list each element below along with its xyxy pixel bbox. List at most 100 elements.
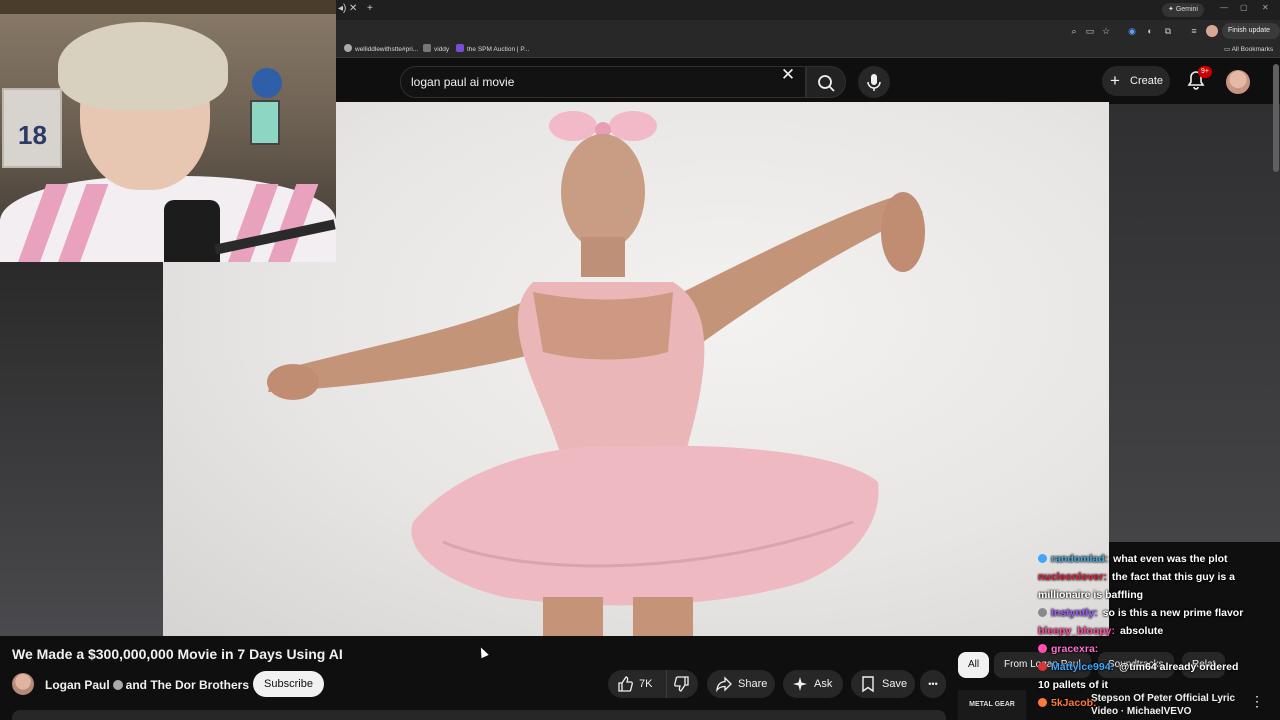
chat-text: the fact that this guy is a xyxy=(1111,571,1235,583)
new-tab-icon[interactable]: + xyxy=(367,3,373,14)
more-icon: ••• xyxy=(928,679,938,689)
verified-icon xyxy=(112,680,123,690)
star-icon[interactable]: ☆ xyxy=(1100,25,1112,37)
description-panel[interactable] xyxy=(12,710,946,720)
extension-icon[interactable]: ◐ xyxy=(1144,25,1156,37)
chat-badge-icon xyxy=(1038,554,1047,563)
bookmarks-bar: welliddlewithstte#pri... viddy the SPM A… xyxy=(336,42,1280,58)
create-button[interactable]: + Create xyxy=(1102,66,1170,96)
chat-text: so is this a new prime flavor xyxy=(1102,607,1244,619)
chat-message: randomlad: what even was the plot xyxy=(1038,550,1280,568)
channel-avatar[interactable] xyxy=(12,673,34,695)
minimize-icon[interactable]: — xyxy=(1220,3,1228,12)
maximize-icon[interactable]: ▢ xyxy=(1240,3,1248,12)
chat-message: Mattylce994: @tim64 already ordered xyxy=(1038,658,1280,676)
profile-avatar[interactable] xyxy=(1206,25,1218,37)
browser-tab-strip: ◂) ✕ + ✦ Gemini — ▢ ✕ xyxy=(336,0,1280,20)
browser-toolbar: ⌕ ▭ ☆ ◉ ◐ ⧉ ≡ Finish update ⋮ xyxy=(336,20,1280,50)
chat-username[interactable]: Instyntly: xyxy=(1051,607,1098,619)
chat-message: millionaire is baffling xyxy=(1038,586,1280,604)
channel-name-text: Logan Paul xyxy=(45,678,110,692)
bookmark-label: viddy xyxy=(434,46,450,53)
notification-badge: 9+ xyxy=(1198,66,1212,78)
stream-chat: randomlad: what even was the plot nucleonl… xyxy=(1038,550,1280,712)
jersey-poster: 18 xyxy=(2,88,62,168)
zoom-icon[interactable]: ⌕ xyxy=(1068,25,1080,37)
search-input[interactable]: logan paul ai movie xyxy=(400,66,806,98)
all-bookmarks[interactable]: ▭ All Bookmarks xyxy=(1224,44,1273,56)
close-tab-icon[interactable]: ✕ xyxy=(349,3,357,14)
more-actions-button[interactable]: ••• xyxy=(920,670,946,698)
user-avatar[interactable] xyxy=(1226,70,1250,94)
chat-message: Instyntly: so is this a new prime flavor xyxy=(1038,604,1280,622)
chat-message: 10 pallets of it xyxy=(1038,676,1280,694)
close-icon[interactable]: ✕ xyxy=(776,65,800,85)
chat-text: absolute xyxy=(1120,625,1164,637)
filter-chip-all[interactable]: All xyxy=(958,652,990,678)
chat-text: @tim64 already ordered xyxy=(1119,661,1239,673)
share-button[interactable]: Share xyxy=(707,670,775,698)
dislike-icon xyxy=(674,676,689,692)
recommended-thumbnail[interactable]: METAL GEAR SOLID xyxy=(958,690,1026,720)
ask-label: Ask xyxy=(814,678,833,690)
save-button[interactable]: Save xyxy=(851,670,915,698)
save-label: Save xyxy=(882,678,908,690)
chat-badge-icon xyxy=(1038,608,1047,617)
microphone xyxy=(164,200,220,262)
share-icon xyxy=(716,676,732,693)
subscribe-button[interactable]: Subscribe xyxy=(253,671,324,697)
finish-update-label: Finish update xyxy=(1228,27,1271,34)
voice-search-button[interactable] xyxy=(858,66,890,98)
mouse-cursor xyxy=(477,645,489,659)
extension-icon[interactable]: ◉ xyxy=(1126,25,1138,37)
page-background-left xyxy=(0,262,163,636)
chat-badge-icon xyxy=(1038,662,1047,671)
streamer-webcam: 18 xyxy=(0,0,336,262)
chat-username[interactable]: gracexra: xyxy=(1051,643,1098,655)
bookmark-item[interactable]: the SPM Auction | P... xyxy=(456,44,529,56)
collab-channel-text: and The Dor Brothers xyxy=(125,678,250,692)
poster-number: 18 xyxy=(18,120,47,150)
chat-badge-icon xyxy=(1038,698,1047,707)
like-icon xyxy=(618,676,633,692)
gemini-label: Gemini xyxy=(1175,6,1198,13)
chat-message: bleepy_bloopy: absolute xyxy=(1038,622,1280,640)
search-value: logan paul ai movie xyxy=(411,75,515,89)
cast-icon[interactable]: ▭ xyxy=(1084,25,1096,37)
chat-text: millionaire is baffling xyxy=(1038,589,1144,601)
search-icon xyxy=(818,75,835,92)
chat-text: what even was the plot xyxy=(1113,553,1228,565)
like-button[interactable]: 7K xyxy=(608,670,666,698)
chat-message: nucleonlover: the fact that this guy is a xyxy=(1038,568,1280,586)
ask-icon xyxy=(793,677,807,691)
window-close-icon[interactable]: ✕ xyxy=(1262,3,1269,12)
chat-username[interactable]: 5kJacob: xyxy=(1051,697,1097,709)
ask-button[interactable]: Ask xyxy=(783,670,843,698)
page-background-right xyxy=(1109,102,1280,542)
video-title: We Made a $300,000,000 Movie in 7 Days U… xyxy=(12,646,343,662)
blue-ornament xyxy=(252,68,282,98)
chat-message: 5kJacob: xyxy=(1038,694,1280,712)
puzzle-icon[interactable]: ⧉ xyxy=(1162,25,1174,37)
audio-icon[interactable]: ◂) xyxy=(338,3,346,14)
all-bookmarks-label: All Bookmarks xyxy=(1231,46,1274,53)
mic-icon xyxy=(867,74,881,91)
finish-update-button[interactable]: Finish update ⋮ xyxy=(1222,23,1280,50)
chat-username[interactable]: nucleonlover: xyxy=(1038,571,1107,583)
search-button[interactable] xyxy=(806,66,846,98)
dislike-button[interactable] xyxy=(666,670,698,698)
chat-username[interactable]: randomlad: xyxy=(1051,553,1108,565)
bookmark-item[interactable]: viddy xyxy=(423,44,449,56)
page-scrollbar[interactable] xyxy=(1273,64,1279,172)
chat-username[interactable]: bleepy_bloopy: xyxy=(1038,625,1115,637)
media-icon[interactable]: ≡ xyxy=(1188,25,1200,37)
gemini-button[interactable]: ✦ Gemini xyxy=(1162,3,1204,17)
channel-name[interactable]: Logan Paul and The Dor Brothers xyxy=(45,678,249,692)
bookmark-item[interactable]: welliddlewithstte#pri... xyxy=(344,44,418,56)
bookmark-label: welliddlewithstte#pri... xyxy=(355,46,419,53)
bookmark-label: the SPM Auction | P... xyxy=(467,46,530,53)
share-label: Share xyxy=(738,678,768,690)
chat-username[interactable]: Mattylce994: xyxy=(1051,661,1114,673)
create-label: Create xyxy=(1130,75,1164,87)
like-count: 7K xyxy=(639,678,653,690)
